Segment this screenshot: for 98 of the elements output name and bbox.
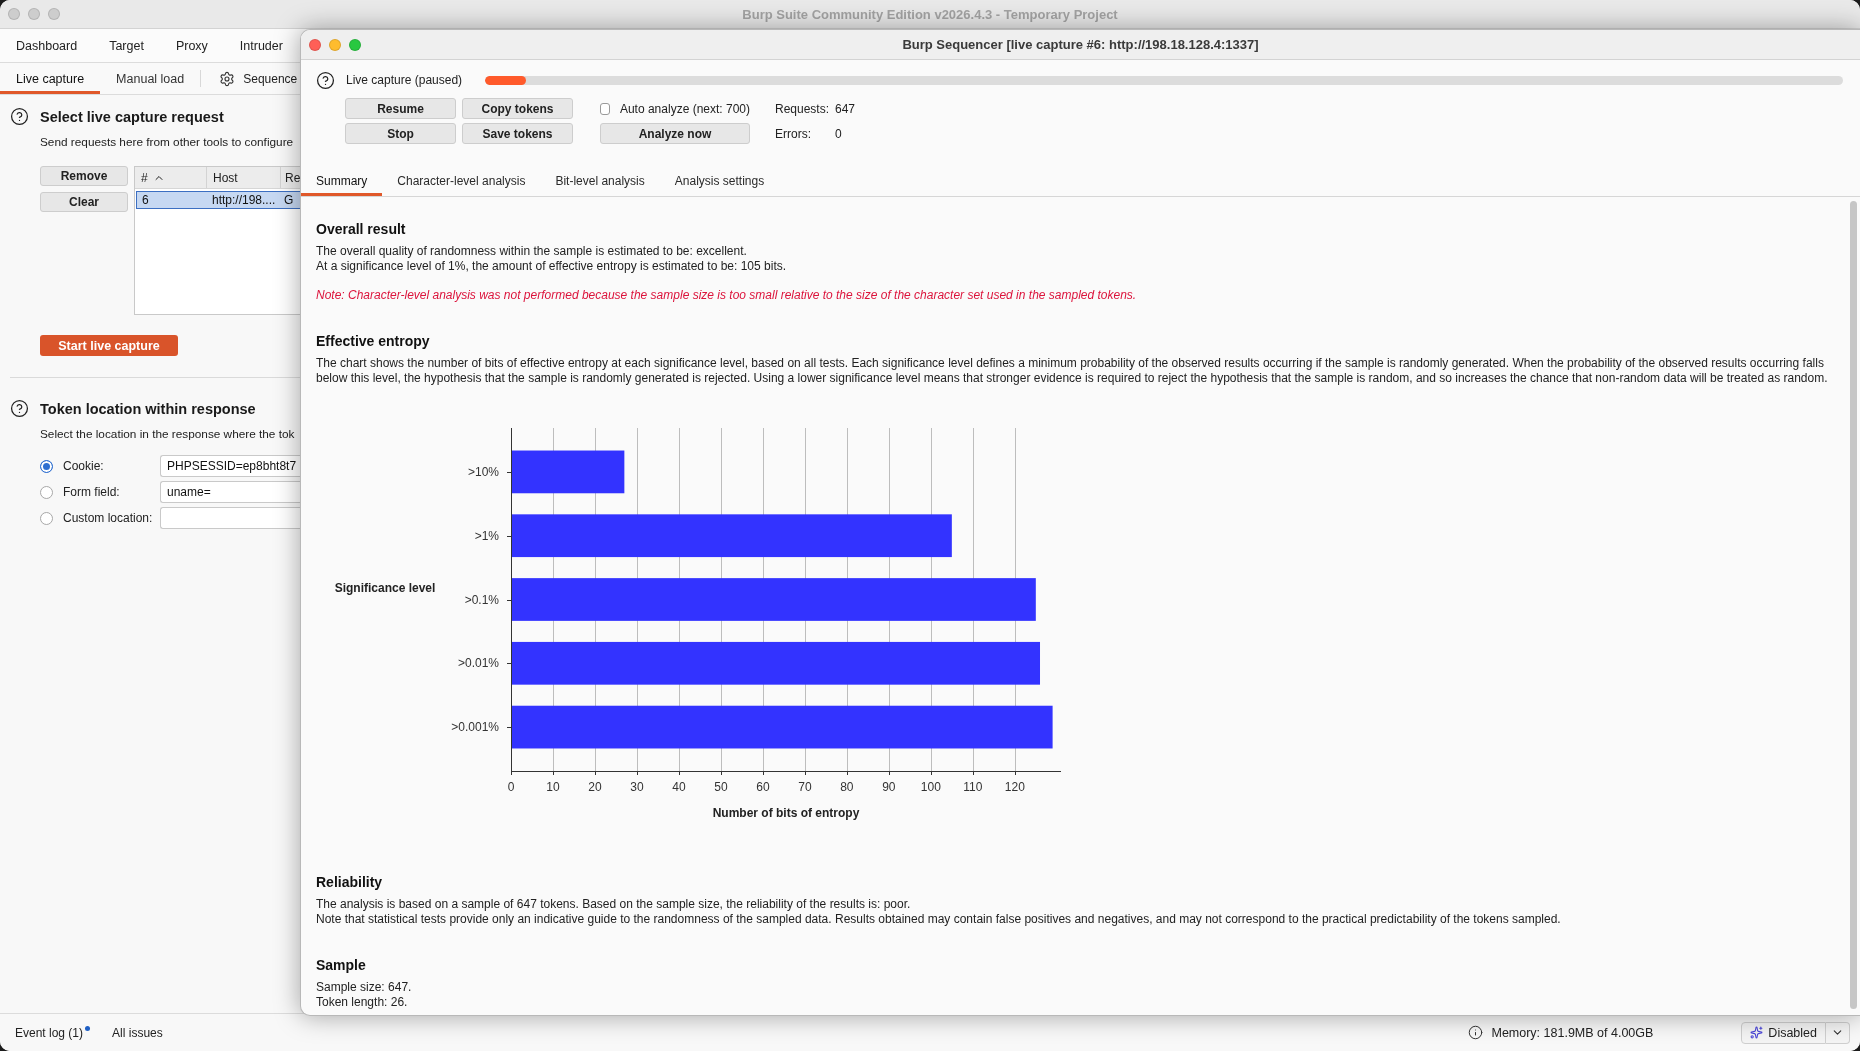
- table-cell-text: http://198....: [211, 193, 277, 207]
- section-description: Send requests here from other tools to configure: [40, 135, 295, 149]
- tick-label: 60: [756, 780, 770, 794]
- tick-label: 70: [798, 780, 812, 794]
- text-field[interactable]: [160, 507, 300, 529]
- section-title: Sample: [316, 957, 367, 974]
- column-header[interactable]: Host: [207, 167, 281, 188]
- menu-tab[interactable]: Proxy: [159, 38, 224, 53]
- tab[interactable]: Summary: [301, 166, 383, 196]
- action-button[interactable]: Clear: [40, 192, 128, 212]
- action-button[interactable]: Stop: [345, 123, 456, 144]
- category-label: >0.01%: [457, 656, 499, 671]
- tab[interactable]: Analysis settings: [659, 166, 780, 196]
- tab[interactable]: Live capture: [0, 63, 101, 94]
- analyze-button[interactable]: Analyze now: [600, 123, 750, 144]
- menu-tab[interactable]: Dashboard: [0, 38, 94, 53]
- help-icon[interactable]: [10, 399, 29, 418]
- axis-title: Significance level: [334, 581, 436, 595]
- stat-value: 0: [835, 126, 842, 141]
- memory-usage: Memory: 181.9MB of 4.00GB: [1491, 1025, 1654, 1040]
- body-text: The analysis is based on a sample of 647 tokens. Based on the sample size, the reliability of the results is: poor.: [316, 897, 912, 912]
- action-button[interactable]: Copy tokens: [462, 98, 573, 119]
- text-field[interactable]: uname=: [160, 481, 300, 503]
- category-label: >1%: [474, 528, 499, 543]
- action-button[interactable]: Remove: [40, 166, 128, 186]
- scrollbar[interactable]: [1850, 201, 1857, 1009]
- radio-button[interactable]: [40, 459, 53, 473]
- stat-label: Errors:: [775, 126, 812, 141]
- start-capture-button[interactable]: Start live capture: [40, 335, 178, 356]
- table-cell-text: G: [283, 193, 295, 207]
- option-label: Form field:: [63, 485, 121, 499]
- tick-label: 120: [1004, 780, 1025, 794]
- help-icon[interactable]: [316, 70, 335, 90]
- status-tab[interactable]: Event log (1): [15, 1025, 91, 1040]
- tick-label: 10: [546, 780, 560, 794]
- action-button[interactable]: Resume: [345, 98, 456, 119]
- help-icon[interactable]: [10, 107, 29, 126]
- category-label: >0.1%: [464, 592, 499, 607]
- section-title: Reliability: [316, 874, 384, 891]
- tab[interactable]: Character-level analysis: [382, 166, 541, 196]
- section-title: Overall result: [316, 221, 407, 238]
- zoom-button[interactable]: [349, 38, 361, 51]
- gear-icon: [219, 70, 236, 87]
- close-button[interactable]: [309, 38, 321, 51]
- window-title: Burp Sequencer [live capture #6: http://198.18.128.4:1337]: [902, 37, 1259, 52]
- table-cell-text: 6: [141, 193, 150, 207]
- status-tab[interactable]: All issues: [112, 1025, 163, 1040]
- tick-label: 20: [588, 780, 602, 794]
- minimize-button[interactable]: [28, 8, 40, 20]
- body-text: Sample size: 647.: [316, 980, 413, 995]
- capture-status: Live capture (paused): [346, 73, 464, 87]
- tick-label: 30: [630, 780, 644, 794]
- tick-label: 0: [507, 780, 515, 794]
- tick-label: 110: [963, 780, 983, 794]
- tick-label: 100: [920, 780, 941, 794]
- dropdown-button[interactable]: [1826, 1021, 1850, 1044]
- section-description: Select the location in the response where the tok: [40, 427, 296, 441]
- assistant-button[interactable]: Disabled: [1741, 1021, 1826, 1044]
- tab[interactable]: Manual load: [100, 63, 201, 94]
- menu-tab[interactable]: Intruder: [223, 38, 299, 53]
- tick-label: 80: [840, 780, 854, 794]
- close-button[interactable]: [8, 8, 20, 20]
- tick-label: 90: [882, 780, 896, 794]
- table-row[interactable]: 6 http://198.... G: [136, 191, 300, 209]
- section-title: Select live capture request: [40, 108, 224, 125]
- checkbox[interactable]: [600, 102, 610, 115]
- sparkle-icon: [1750, 1026, 1764, 1039]
- warning-note: Note: Character-level analysis was not performed because the sample size is too small relative to the size of the character set used in the sampled tokens.: [316, 288, 1138, 303]
- section-title: Token location within response: [40, 400, 256, 417]
- option-label: Cookie:: [63, 459, 105, 473]
- checkbox-label: Auto analyze (next: 700): [619, 101, 750, 116]
- action-button[interactable]: Save tokens: [462, 123, 573, 144]
- column-header[interactable]: #: [135, 167, 207, 188]
- zoom-button[interactable]: [48, 8, 60, 20]
- radio-button[interactable]: [40, 485, 53, 499]
- section-title: Effective entropy: [316, 333, 431, 350]
- column-header[interactable]: Re: [281, 167, 300, 188]
- body-text: Token length: 26.: [316, 995, 409, 1010]
- body-text: The overall quality of randomness within the sample is estimated to be: excellent.: [316, 244, 748, 259]
- text-field[interactable]: PHPSESSID=ep8bht8t7: [160, 455, 300, 477]
- option-label: Custom location:: [63, 511, 154, 525]
- body-text: Note that statistical tests provide only an indicative guide to the randomness of the sampled data. Results obtained may contain false positives and negatives, and may not correspond to the practical predictability of the tokens sampled.: [316, 912, 1562, 927]
- body-text: At a significance level of 1%, the amount of effective entropy is estimated to be: 105 bits.: [316, 259, 788, 274]
- tick-label: 50: [714, 780, 728, 794]
- menu-tab[interactable]: Target: [93, 38, 160, 53]
- minimize-button[interactable]: [329, 38, 341, 51]
- category-label: >0.001%: [451, 720, 499, 735]
- stat-value: 647: [835, 101, 856, 116]
- settings-button[interactable]: Sequence: [219, 63, 298, 94]
- tab[interactable]: Bit-level analysis: [540, 166, 660, 196]
- stat-label: Requests:: [775, 101, 831, 116]
- axis-title: Number of bits of entropy: [712, 806, 860, 820]
- info-icon[interactable]: [1468, 1025, 1484, 1040]
- radio-button[interactable]: [40, 511, 53, 525]
- tick-label: 40: [672, 780, 686, 794]
- category-label: >10%: [467, 464, 499, 479]
- body-text: The chart shows the number of bits of effective entropy at each significance level, based on all tests. Each significance level defines a minimum probability of the observed results occurring if the sample is randomly generated. When the probability of the observed results occurring falls below this level, the hypothesis that the sample is randomly generated is rejected. Using a lower significance level means that stronger evidence is required to reject the hypothesis that the sample is random, and so increases the chance that non-random data will be treated as random.: [316, 356, 1829, 386]
- window-title: Burp Suite Community Edition v2026.4.3 - Temporary Project: [742, 6, 1118, 22]
